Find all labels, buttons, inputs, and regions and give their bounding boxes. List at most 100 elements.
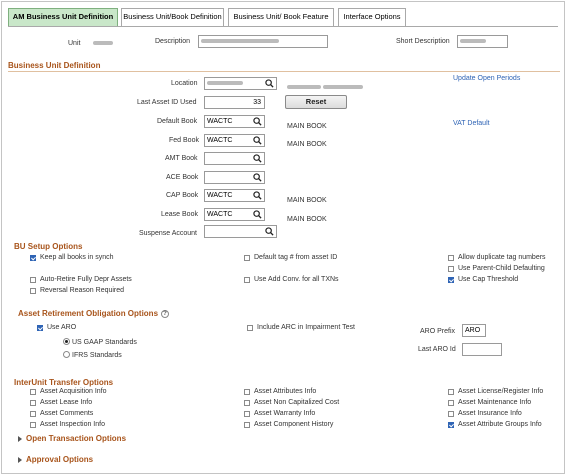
asset-comments-label: Asset Comments bbox=[40, 410, 94, 417]
auto-retire-checkbox[interactable] bbox=[30, 277, 36, 283]
location-label: Location bbox=[171, 80, 198, 87]
aro-options-title-text: Asset Retirement Obligation Options bbox=[18, 309, 159, 318]
search-icon[interactable] bbox=[253, 136, 262, 145]
lease-book-field[interactable]: WACTC bbox=[204, 208, 265, 221]
use-parent-child-checkbox[interactable] bbox=[448, 266, 454, 272]
include-arc-label: Include ARC in Impairment Test bbox=[257, 324, 355, 331]
default-book-field[interactable]: WACTC bbox=[204, 115, 265, 128]
keep-all-books-checkbox[interactable] bbox=[30, 255, 36, 261]
description-label: Description bbox=[155, 38, 191, 45]
aro-options-title: Asset Retirement Obligation Options? bbox=[18, 309, 170, 318]
search-icon[interactable] bbox=[253, 173, 262, 182]
search-icon[interactable] bbox=[265, 79, 274, 88]
last-aro-id-field[interactable] bbox=[462, 343, 502, 356]
interunit-transfer-options-title: InterUnit Transfer Options bbox=[14, 378, 114, 387]
fed-book-value: WACTC bbox=[207, 137, 233, 144]
us-gaap-label: US GAAP Standards bbox=[72, 339, 137, 346]
fed-book-field[interactable]: WACTC bbox=[204, 134, 265, 147]
aro-prefix-field[interactable]: ARO bbox=[462, 324, 486, 337]
asset-warranty-info-checkbox[interactable] bbox=[244, 411, 250, 417]
short-description-field[interactable] bbox=[457, 35, 508, 48]
asset-component-history-label: Asset Component History bbox=[254, 421, 334, 428]
cap-book-label: CAP Book bbox=[166, 192, 199, 199]
reset-button[interactable]: Reset bbox=[285, 95, 347, 109]
allow-duplicate-checkbox[interactable] bbox=[448, 255, 454, 261]
asset-lease-info-checkbox[interactable] bbox=[30, 400, 36, 406]
tab-interface-options[interactable]: Interface Options bbox=[338, 8, 406, 26]
search-icon[interactable] bbox=[253, 117, 262, 126]
amt-book-field[interactable] bbox=[204, 152, 265, 165]
asset-component-history-checkbox[interactable] bbox=[244, 422, 250, 428]
reversal-reason-checkbox[interactable] bbox=[30, 288, 36, 294]
amt-book-label: AMT Book bbox=[165, 155, 198, 162]
cap-book-field[interactable]: WACTC bbox=[204, 189, 265, 202]
use-cap-threshold-label: Use Cap Threshold bbox=[458, 276, 519, 283]
unit-value bbox=[93, 40, 113, 47]
asset-insurance-info-label: Asset Insurance Info bbox=[458, 410, 522, 417]
asset-inspection-info-checkbox[interactable] bbox=[30, 422, 36, 428]
open-transaction-options-label: Open Transaction Options bbox=[26, 434, 127, 443]
default-tag-checkbox[interactable] bbox=[244, 255, 250, 261]
asset-inspection-info-label: Asset Inspection Info bbox=[40, 421, 105, 428]
lease-book-label: Lease Book bbox=[161, 211, 198, 218]
bu-setup-options-title: BU Setup Options bbox=[14, 242, 83, 251]
reversal-reason-label: Reversal Reason Required bbox=[40, 287, 125, 294]
include-arc-checkbox[interactable] bbox=[247, 325, 253, 331]
tab-am-business-unit-definition[interactable]: AM Business Unit Definition bbox=[8, 8, 118, 26]
cap-book-description: MAIN BOOK bbox=[287, 197, 327, 204]
asset-attributes-info-checkbox[interactable] bbox=[244, 389, 250, 395]
last-asset-id-label: Last Asset ID Used bbox=[137, 99, 197, 106]
use-aro-label: Use ARO bbox=[47, 324, 77, 331]
use-parent-child-label: Use Parent-Child Defaulting bbox=[458, 265, 545, 272]
us-gaap-radio[interactable] bbox=[63, 338, 70, 345]
suspense-account-field[interactable] bbox=[204, 225, 277, 238]
open-transaction-options-toggle[interactable]: Open Transaction Options bbox=[18, 434, 126, 443]
search-icon[interactable] bbox=[265, 227, 274, 236]
cap-book-value: WACTC bbox=[207, 192, 233, 199]
search-icon[interactable] bbox=[253, 210, 262, 219]
help-icon[interactable]: ? bbox=[161, 309, 170, 318]
tab-business-unit-book-feature[interactable]: Business Unit/ Book Feature bbox=[228, 8, 334, 26]
ace-book-label: ACE Book bbox=[166, 174, 199, 181]
asset-license-register-info-checkbox[interactable] bbox=[448, 389, 454, 395]
update-open-periods-link[interactable]: Update Open Periods bbox=[453, 75, 520, 82]
auto-retire-label: Auto-Retire Fully Depr Assets bbox=[40, 276, 132, 283]
default-book-description: MAIN BOOK bbox=[287, 123, 327, 130]
search-icon[interactable] bbox=[253, 191, 262, 200]
asset-insurance-info-checkbox[interactable] bbox=[448, 411, 454, 417]
use-cap-threshold-checkbox[interactable] bbox=[448, 277, 454, 283]
expand-arrow-icon bbox=[18, 435, 22, 442]
asset-non-capitalized-cost-checkbox[interactable] bbox=[244, 400, 250, 406]
lease-book-description: MAIN BOOK bbox=[287, 216, 327, 223]
expand-arrow-icon bbox=[18, 456, 22, 463]
ace-book-field[interactable] bbox=[204, 171, 265, 184]
last-asset-id-field[interactable]: 33 bbox=[204, 96, 265, 109]
asset-comments-checkbox[interactable] bbox=[30, 411, 36, 417]
tab-business-unit-book-definition[interactable]: Business Unit/Book Definition bbox=[121, 8, 224, 26]
business-unit-definition-title: Business Unit Definition bbox=[8, 61, 101, 70]
asset-attribute-groups-info-checkbox[interactable] bbox=[448, 422, 454, 428]
location-field[interactable] bbox=[204, 77, 277, 90]
aro-prefix-label: ARO Prefix bbox=[420, 328, 456, 335]
search-icon[interactable] bbox=[253, 154, 262, 163]
ifrs-label: IFRS Standards bbox=[72, 352, 122, 359]
asset-warranty-info-label: Asset Warranty Info bbox=[254, 410, 316, 417]
use-aro-checkbox[interactable] bbox=[37, 325, 43, 331]
short-description-label: Short Description bbox=[396, 38, 450, 45]
ifrs-radio[interactable] bbox=[63, 351, 70, 358]
approval-options-label: Approval Options bbox=[26, 455, 94, 464]
approval-options-toggle[interactable]: Approval Options bbox=[18, 455, 93, 464]
asset-non-capitalized-cost-label: Asset Non Capitalized Cost bbox=[254, 399, 340, 406]
asset-acquisition-info-checkbox[interactable] bbox=[30, 389, 36, 395]
vat-default-link[interactable]: VAT Default bbox=[453, 120, 490, 127]
asset-maintenance-info-checkbox[interactable] bbox=[448, 400, 454, 406]
location-description bbox=[287, 84, 363, 91]
use-add-conv-checkbox[interactable] bbox=[244, 277, 250, 283]
default-tag-label: Default tag # from asset ID bbox=[254, 254, 338, 261]
lease-book-value: WACTC bbox=[207, 211, 233, 218]
keep-all-books-label: Keep all books in synch bbox=[40, 254, 114, 261]
allow-duplicate-label: Allow duplicate tag numbers bbox=[458, 254, 546, 261]
asset-maintenance-info-label: Asset Maintenance Info bbox=[458, 399, 532, 406]
description-field[interactable] bbox=[198, 35, 328, 48]
default-book-value: WACTC bbox=[207, 118, 233, 125]
